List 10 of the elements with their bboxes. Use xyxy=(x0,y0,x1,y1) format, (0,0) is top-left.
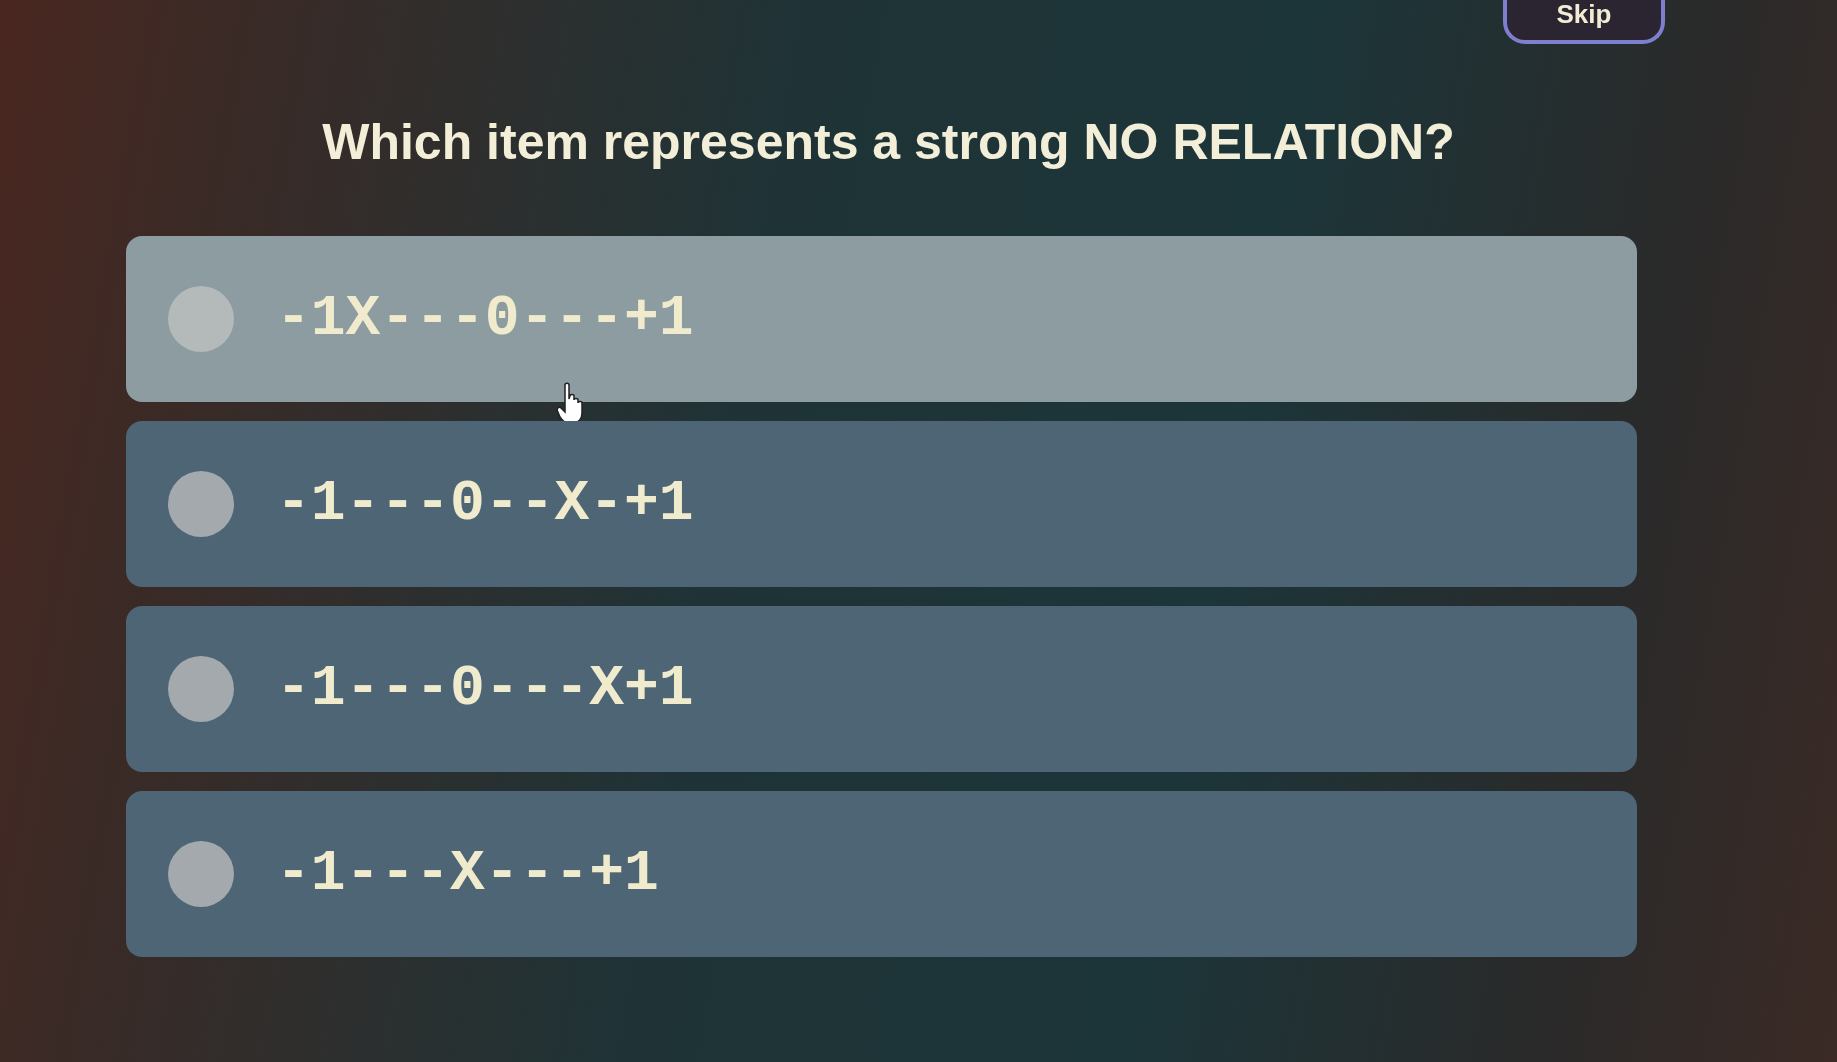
answer-option[interactable]: -1---0--X-+1 xyxy=(126,421,1637,587)
radio-circle-icon[interactable] xyxy=(168,471,234,537)
answer-option[interactable]: -1---X---+1 xyxy=(126,791,1637,957)
radio-circle-icon[interactable] xyxy=(168,286,234,352)
hand-cursor-icon xyxy=(556,382,586,424)
skip-button[interactable]: Skip xyxy=(1503,0,1665,44)
answer-option[interactable]: -1---0---X+1 xyxy=(126,606,1637,772)
radio-circle-icon[interactable] xyxy=(168,841,234,907)
radio-circle-icon[interactable] xyxy=(168,656,234,722)
question-text: Which item represents a strong NO RELATION? xyxy=(321,113,1456,172)
